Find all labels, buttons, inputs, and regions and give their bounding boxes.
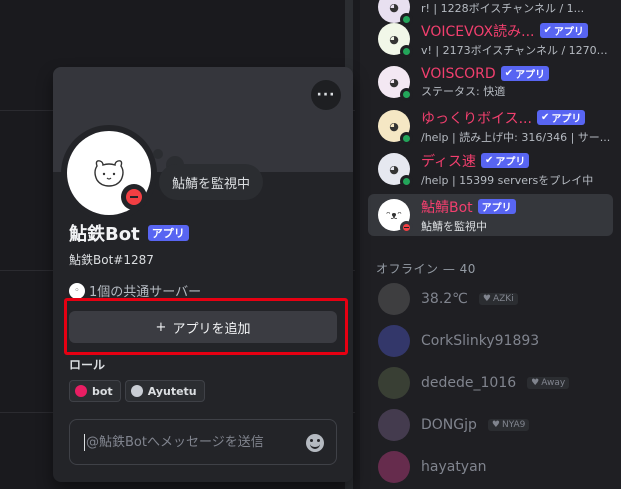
ellipsis-icon: ··· [316,87,336,103]
avatar [378,451,410,483]
member-name: DONGjp [421,417,477,433]
member-name: VOISCORD [421,65,496,82]
avatar [378,325,410,357]
online-status-icon [400,175,413,188]
dnd-status-icon [400,221,413,234]
member-tag: ♥ AZKi [478,293,518,305]
member-item[interactable]: hayatyan [368,446,613,488]
member-name: CorkSlinky91893 [421,333,540,349]
member-item-selected[interactable]: ᵔᴥᵔ 鮎鯖Bot アプリ 鮎鯖を監視中 [368,194,613,236]
avatar: ◕ [378,66,413,101]
heart-icon: ♥ [531,378,540,388]
member-status: v! | 2173ボイスチャンネル / 12700... [421,43,613,57]
mutual-servers-label: 1個の共通サーバー [89,285,202,300]
member-tag: ♥ NYA9 [487,419,530,431]
app-badge: ✔ アプリ [500,66,550,81]
member-status: /help | 読み上げ中: 316/346 | サー... [421,130,611,144]
member-status: r! | 1228ボイスチャンネル / 1... [421,1,585,15]
heart-icon: ♥ [491,420,500,430]
custom-status-bubble: 鮎鯖を監視中 [159,164,264,200]
member-tag: ♥ Away [527,377,570,389]
message-box[interactable] [69,419,337,465]
more-options-button[interactable]: ··· [311,80,341,110]
member-item[interactable]: ◕ VOISCORD ✔ アプリ ステータス: 快適 [368,61,613,103]
avatar [378,367,410,399]
add-app-label: アプリを追加 [172,321,251,337]
member-status: 鮎鯖を監視中 [421,219,487,233]
heart-icon: ♥ [482,294,491,304]
status-bubble-dot [153,149,163,159]
bear-face-icon [94,160,124,187]
message-input[interactable] [86,434,296,450]
app-badge: アプリ [477,199,516,214]
member-status: /help | 15399 serversをプレイ中 [421,173,594,187]
username: 鮎鉄Bot#1287 [69,253,154,267]
display-name: 鮎鉄Bot [69,224,140,245]
avatar [378,283,410,315]
role-color-icon [75,385,87,397]
mutual-servers-link[interactable]: ◦ 1個の共通サーバー [69,281,201,300]
member-name: dedede_1016 [421,375,517,391]
roles-list: bot Ayutetu [69,380,205,402]
emoji-icon[interactable] [306,434,324,452]
avatar [378,409,410,441]
app-badge: ✔ アプリ [481,153,530,168]
text-caret [84,433,85,451]
avatar: ᵔᴥᵔ [378,199,413,234]
member-item[interactable]: dedede_1016 ♥ Away [368,362,613,404]
member-status: ステータス: 快適 [421,84,506,98]
online-status-icon [400,88,413,101]
member-name: ディス速 [421,153,477,170]
role-badge[interactable]: Ayutetu [124,380,205,402]
member-item[interactable]: ◕ ゆっくりボイス... ✔ アプリ /help | 読み上げ中: 316/346 … [368,105,613,147]
member-name: 鮎鯖Bot [421,199,473,216]
app-badge: アプリ [147,225,189,241]
member-list: ◕ r! | 1228ボイスチャンネル / 1... ◕ VOICEVOX読み.… [360,0,621,489]
member-item[interactable]: 38.2℃ ♥ AZKi [368,278,613,320]
profile-popout: ··· 鮎鯖を監視中 鮎鉄Bot アプリ 鮎鉄Bot#1287 ◦ 1個の共通サ… [53,67,353,482]
avatar: ◕ [378,23,413,58]
member-item[interactable]: DONGjp ♥ NYA9 [368,404,613,446]
add-app-button[interactable]: + アプリを追加 [69,311,337,343]
member-item[interactable]: ◕ VOICEVOX読み... ✔ アプリ v! | 2173ボイスチャンネル / … [368,18,613,60]
plus-icon: + [155,319,167,335]
member-item[interactable]: CorkSlinky91893 [368,320,613,362]
app-badge: ✔ アプリ [536,110,586,125]
role-color-icon [130,385,143,397]
member-name: VOICEVOX読み... [421,23,535,40]
online-status-icon [400,132,413,145]
app-badge: ✔ アプリ [539,23,588,38]
server-icon: ◦ [69,282,85,299]
member-item[interactable]: ◕ ディス速 ✔ アプリ /help | 15399 serversをプレイ中 [368,148,613,190]
avatar: ◕ [378,153,413,188]
role-badge[interactable]: bot [69,380,121,402]
online-status-icon [400,45,413,58]
member-name: ゆっくりボイス... [421,110,532,127]
member-name: hayatyan [421,459,487,475]
display-name-row: 鮎鉄Bot アプリ [69,220,189,246]
avatar: ◕ [378,110,413,145]
member-name: 38.2℃ [421,291,468,307]
roles-title: ロール [69,358,106,372]
offline-section-header: オフライン — 40 [376,262,476,276]
dnd-status-icon [121,184,147,210]
